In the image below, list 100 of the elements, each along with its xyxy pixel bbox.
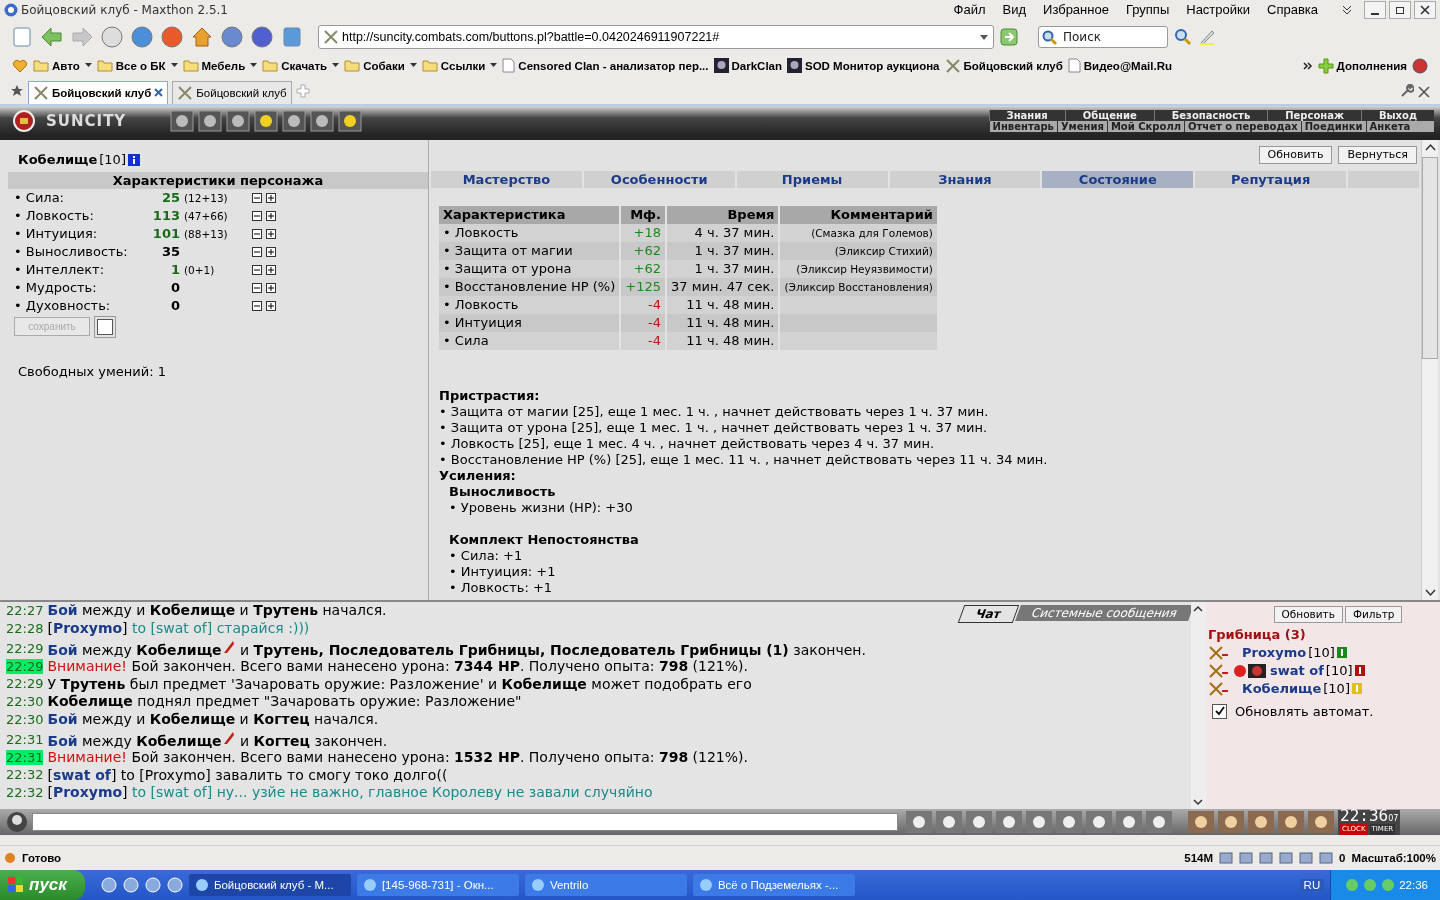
chat-tab[interactable]: Системные сообщения: [1015, 604, 1191, 621]
menu-item[interactable]: Вид: [1002, 2, 1027, 18]
dropdown-icon[interactable]: [100, 24, 124, 49]
list-item: • Защита от урона [25], еще 1 мес. 1 ч. , начнет действовать через 1 ч. 37 мин.: [439, 419, 989, 436]
nav-link[interactable]: Общение: [1064, 109, 1154, 121]
wrench-icon[interactable]: [1400, 83, 1414, 98]
info-icon[interactable]: [127, 153, 140, 166]
addons-button[interactable]: Дополнения: [1317, 57, 1407, 74]
section-tab[interactable]: Особенности: [583, 170, 735, 188]
room-button[interactable]: Обновить: [1273, 605, 1343, 623]
plus-icon[interactable]: [266, 228, 276, 239]
minus-icon[interactable]: [252, 282, 262, 293]
page-button[interactable]: Обновить: [1258, 145, 1333, 164]
plus-icon[interactable]: [266, 192, 276, 203]
plus-icon[interactable]: [266, 246, 276, 257]
info-icon[interactable]: [1336, 647, 1347, 659]
language-indicator[interactable]: RU: [1299, 879, 1325, 891]
menu-item[interactable]: Избранное: [1043, 2, 1109, 18]
menu-item[interactable]: Группы: [1125, 2, 1170, 18]
menu-item[interactable]: Настройки: [1186, 2, 1250, 18]
list-item: • Уровень жизни (HP): +30: [449, 499, 634, 516]
room-button[interactable]: Фильтр: [1344, 605, 1403, 623]
timestamp: 22:32: [6, 784, 44, 800]
section-tab[interactable]: Приемы: [736, 170, 888, 188]
scrollbar-track[interactable]: [1421, 139, 1438, 600]
scrollbar-track[interactable]: [1191, 601, 1206, 810]
browser-tab[interactable]: Бойцовский клуб: [28, 80, 169, 104]
bookmark-item[interactable]: Все о БК: [96, 59, 178, 73]
plus-icon[interactable]: [266, 210, 276, 221]
head-icon[interactable]: [6, 811, 28, 834]
minus-icon[interactable]: [252, 246, 262, 257]
nav-link[interactable]: Инвентарь: [988, 120, 1057, 132]
timestamp: 22:31: [6, 749, 44, 765]
nav-link[interactable]: Знания: [988, 109, 1065, 121]
user-link[interactable]: swat of: [1270, 663, 1324, 679]
scrollbar-thumb[interactable]: [1422, 156, 1438, 359]
nav-link[interactable]: Отчет о переводах: [1184, 120, 1301, 132]
go-icon[interactable]: [1000, 27, 1018, 46]
bookmark-item[interactable]: SOD Монитор аукциона: [787, 58, 940, 74]
chat-tab[interactable]: Чат: [958, 604, 1020, 623]
minus-icon[interactable]: [252, 192, 262, 203]
section-tab[interactable]: Знания: [889, 170, 1041, 188]
plus-icon[interactable]: [266, 300, 276, 311]
nav-link[interactable]: Мой Скролл: [1106, 120, 1185, 132]
taskbar-button[interactable]: Бойцовский клуб - М...: [188, 874, 351, 896]
checkbox[interactable]: [97, 318, 113, 335]
bookmark-item[interactable]: Скачать: [262, 59, 340, 73]
nav-link[interactable]: Поединки: [1300, 120, 1366, 132]
close-icon[interactable]: [1418, 85, 1430, 98]
minus-icon[interactable]: [252, 300, 262, 311]
chat-input[interactable]: [32, 813, 898, 832]
window-icon[interactable]: [280, 24, 304, 49]
bookmark-item[interactable]: Бойцовский клуб: [944, 57, 1063, 74]
section-tab[interactable]: Состояние: [1042, 170, 1194, 188]
nav-link[interactable]: Персонаж: [1267, 109, 1361, 121]
stat-name: • Интеллект:: [14, 262, 106, 278]
close-icon[interactable]: [154, 88, 164, 98]
timestamp: 22:32: [6, 767, 44, 783]
search-field[interactable]: Поиск: [1038, 25, 1168, 48]
menu-item[interactable]: Файл: [953, 2, 986, 18]
plus-icon[interactable]: [266, 264, 276, 275]
user-link[interactable]: Кобелище: [1242, 681, 1322, 697]
app-icon: [530, 878, 545, 892]
browser-tab[interactable]: Бойцовский клуб: [172, 80, 292, 104]
more-icon[interactable]: [1302, 60, 1313, 71]
start-button[interactable]: пуск: [0, 870, 85, 900]
bookmark-item[interactable]: Авто: [33, 59, 92, 73]
minimize-button[interactable]: [1364, 0, 1386, 19]
checkbox[interactable]: [1212, 703, 1227, 719]
taskbar-button[interactable]: Всё о Подземельях -...: [692, 874, 855, 896]
minus-icon[interactable]: [252, 210, 262, 221]
section-tab[interactable]: Мастерство: [431, 170, 582, 188]
nav-link[interactable]: Безопасность: [1153, 109, 1268, 121]
nav-link[interactable]: Анкета: [1365, 120, 1414, 132]
bookmark-item[interactable]: Видео@Mail.Ru: [1067, 58, 1172, 74]
close-button[interactable]: [1414, 0, 1436, 19]
nav-link[interactable]: Умения: [1056, 120, 1107, 132]
address-field[interactable]: http://suncity.combats.com/buttons.pl?battle=0.0420246911907221#: [318, 24, 994, 49]
section-tab[interactable]: Репутация: [1195, 170, 1347, 188]
bookmark-item[interactable]: Censored Clan - анализатор пер...: [502, 58, 709, 74]
minus-icon[interactable]: [252, 228, 262, 239]
heart-icon[interactable]: [12, 57, 28, 74]
star-icon[interactable]: [10, 83, 24, 98]
minus-icon[interactable]: [252, 264, 262, 275]
bookmark-item[interactable]: Ссылки: [421, 59, 498, 73]
taskbar-button[interactable]: Ventrilo: [524, 874, 687, 896]
search-icon[interactable]: [1174, 27, 1192, 46]
bookmark-item[interactable]: Мебель: [182, 59, 258, 73]
page-button[interactable]: Вернуться: [1338, 145, 1417, 164]
menu-item[interactable]: Справка: [1267, 2, 1318, 18]
info-icon[interactable]: [1354, 665, 1365, 677]
nav-link[interactable]: Выход: [1360, 109, 1434, 121]
user-link[interactable]: Proxymo: [1242, 645, 1307, 661]
taskbar-button[interactable]: [145-968-731] - Окн...: [356, 874, 519, 896]
bookmark-item[interactable]: Собаки: [344, 59, 417, 73]
chevron-icon[interactable]: [1341, 3, 1353, 16]
maximize-button[interactable]: [1389, 0, 1411, 19]
bookmark-item[interactable]: DarkClan: [713, 58, 782, 74]
record-icon[interactable]: [1412, 57, 1428, 74]
plus-icon[interactable]: [266, 282, 276, 293]
